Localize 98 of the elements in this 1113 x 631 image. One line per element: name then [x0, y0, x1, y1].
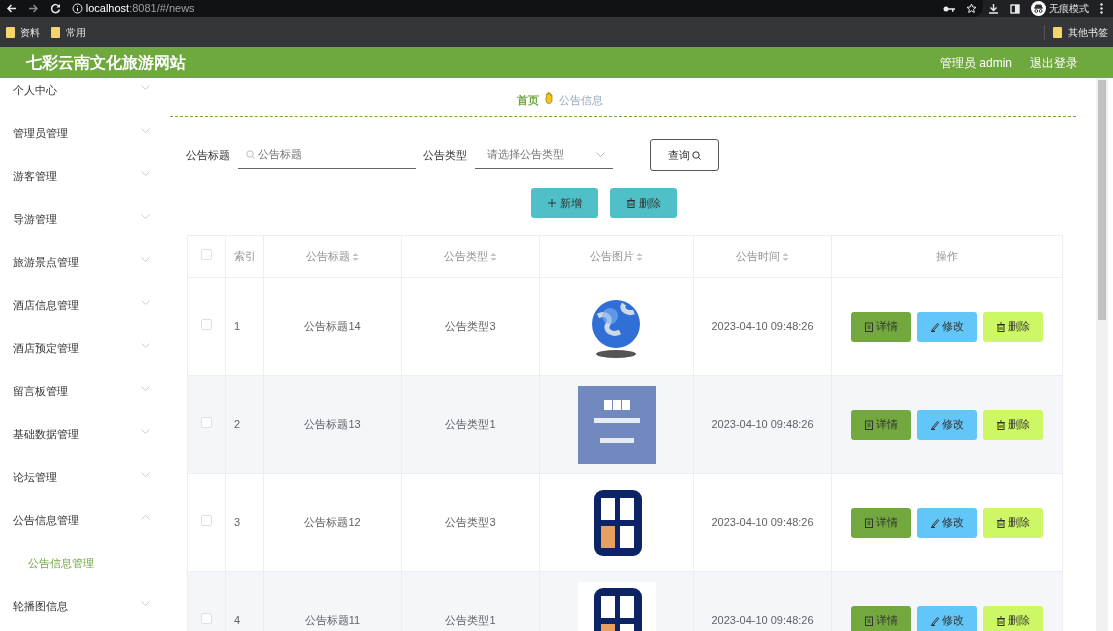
trash-icon: [995, 517, 1006, 528]
details-button[interactable]: 详情: [851, 605, 911, 631]
table-cell: 2023-04-10 09:48:26: [711, 418, 814, 431]
pencil-icon: [929, 615, 940, 626]
menu-item[interactable]: 公告信息管理: [13, 512, 79, 529]
menu-item[interactable]: 酒店信息管理: [13, 297, 79, 314]
menu-item[interactable]: 旅游景点管理: [13, 254, 79, 271]
table-cell: 2023-04-10 09:48:26: [711, 320, 814, 333]
document-icon: [863, 419, 874, 430]
download-icon[interactable]: [988, 3, 1000, 14]
document-icon: [863, 615, 874, 626]
search-icon: [692, 150, 702, 160]
menu-item[interactable]: 管理员管理: [13, 125, 68, 142]
profile-label[interactable]: 无痕模式: [1049, 1, 1089, 16]
edit-button[interactable]: 修改: [917, 311, 977, 342]
details-button[interactable]: 详情: [851, 409, 911, 440]
details-button[interactable]: 详情: [851, 311, 911, 342]
reload-icon[interactable]: [50, 3, 61, 14]
menu-item[interactable]: 酒店预定管理: [13, 340, 79, 357]
info-icon[interactable]: [72, 3, 83, 14]
pencil-icon: [929, 419, 940, 430]
table-cell: 公告类型1: [445, 614, 496, 627]
delete-button[interactable]: 删除: [983, 605, 1043, 631]
menu-item[interactable]: 基础数据管理: [13, 426, 79, 443]
delete-button[interactable]: 删除: [610, 188, 677, 218]
star-icon[interactable]: [965, 3, 977, 14]
delete-button[interactable]: 删除: [983, 311, 1043, 342]
checkbox[interactable]: [201, 319, 212, 331]
table-cell: 公告标题12: [304, 516, 361, 529]
back-icon[interactable]: [6, 3, 17, 14]
row-index: 2: [234, 418, 241, 431]
user-name: 管理员 admin: [939, 54, 1012, 72]
document-icon: [863, 517, 874, 528]
checkbox[interactable]: [201, 515, 212, 527]
table-cell: 公告标题11: [304, 614, 361, 627]
key-icon[interactable]: [942, 4, 955, 13]
table-cell: 公告类型3: [445, 516, 496, 529]
trash-icon: [995, 321, 1006, 332]
edit-button[interactable]: 修改: [917, 507, 977, 538]
plus-icon: [547, 198, 558, 208]
folder-icon: [1053, 26, 1062, 38]
scrollbar[interactable]: [1096, 78, 1108, 631]
search-icon: [246, 150, 255, 159]
checkbox[interactable]: [201, 613, 212, 625]
table-cell: 公告类型3: [445, 320, 496, 333]
row-index: 1: [234, 320, 241, 333]
column-header: 公告图片: [589, 248, 644, 265]
bookmark[interactable]: 资料: [20, 24, 40, 40]
bookmark[interactable]: 其他书签: [1067, 24, 1108, 40]
row-index: 3: [234, 516, 241, 529]
breadcrumb-current: 公告信息: [559, 93, 603, 108]
table-cell: 公告类型1: [445, 418, 496, 431]
menu-item[interactable]: 导游管理: [13, 211, 57, 228]
chevron-down-icon: [596, 152, 605, 157]
column-header: 公告标题: [305, 248, 360, 265]
menu-item[interactable]: 论坛管理: [13, 469, 57, 486]
table-cell: 公告标题13: [304, 418, 361, 431]
incognito-icon[interactable]: [1031, 1, 1047, 16]
more-icon[interactable]: [1100, 3, 1103, 14]
menu-item[interactable]: 游客管理: [13, 168, 57, 185]
type-select[interactable]: 请选择公告类型: [483, 146, 593, 163]
details-button[interactable]: 详情: [851, 507, 911, 538]
edit-button[interactable]: 修改: [917, 409, 977, 440]
site-title: 七彩云南文化旅游网站: [26, 52, 186, 73]
pencil-icon: [929, 321, 940, 332]
column-header: 公告时间: [735, 248, 790, 265]
search-field[interactable]: 公告标题: [258, 146, 408, 163]
column-header: 索引: [233, 249, 256, 265]
trash-icon: [995, 615, 1006, 626]
hand-icon: [544, 92, 554, 104]
url-text[interactable]: localhost:8081/#/news: [85, 0, 195, 17]
delete-button[interactable]: 删除: [983, 409, 1043, 440]
document-icon: [863, 321, 874, 332]
menu-item[interactable]: 轮播图信息: [13, 598, 68, 615]
delete-button[interactable]: 删除: [983, 507, 1043, 538]
folder-icon: [51, 26, 60, 38]
query-button[interactable]: 查询: [650, 139, 719, 171]
row-index: 4: [234, 614, 241, 627]
bookmark[interactable]: 常用: [65, 24, 86, 40]
menu-item[interactable]: 留言板管理: [13, 383, 68, 400]
edit-button[interactable]: 修改: [917, 605, 977, 631]
column-header: 操作: [936, 249, 958, 265]
column-header: 公告类型: [443, 248, 498, 265]
add-button[interactable]: 新增: [531, 188, 598, 218]
sidebar-icon[interactable]: [1010, 3, 1021, 14]
trash-icon: [626, 198, 637, 208]
forward-icon[interactable]: [28, 3, 39, 14]
checkbox[interactable]: [201, 417, 212, 429]
pencil-icon: [929, 517, 940, 528]
field-label: 公告标题: [186, 147, 230, 163]
table-cell: 2023-04-10 09:48:26: [711, 516, 814, 529]
field-label: 公告类型: [423, 147, 467, 163]
table-cell: 公告标题14: [304, 320, 361, 333]
menu-item[interactable]: 个人中心: [13, 82, 57, 99]
trash-icon: [995, 419, 1006, 430]
table-cell: 2023-04-10 09:48:26: [711, 614, 814, 627]
checkbox[interactable]: [201, 249, 212, 261]
folder-icon: [5, 26, 15, 38]
